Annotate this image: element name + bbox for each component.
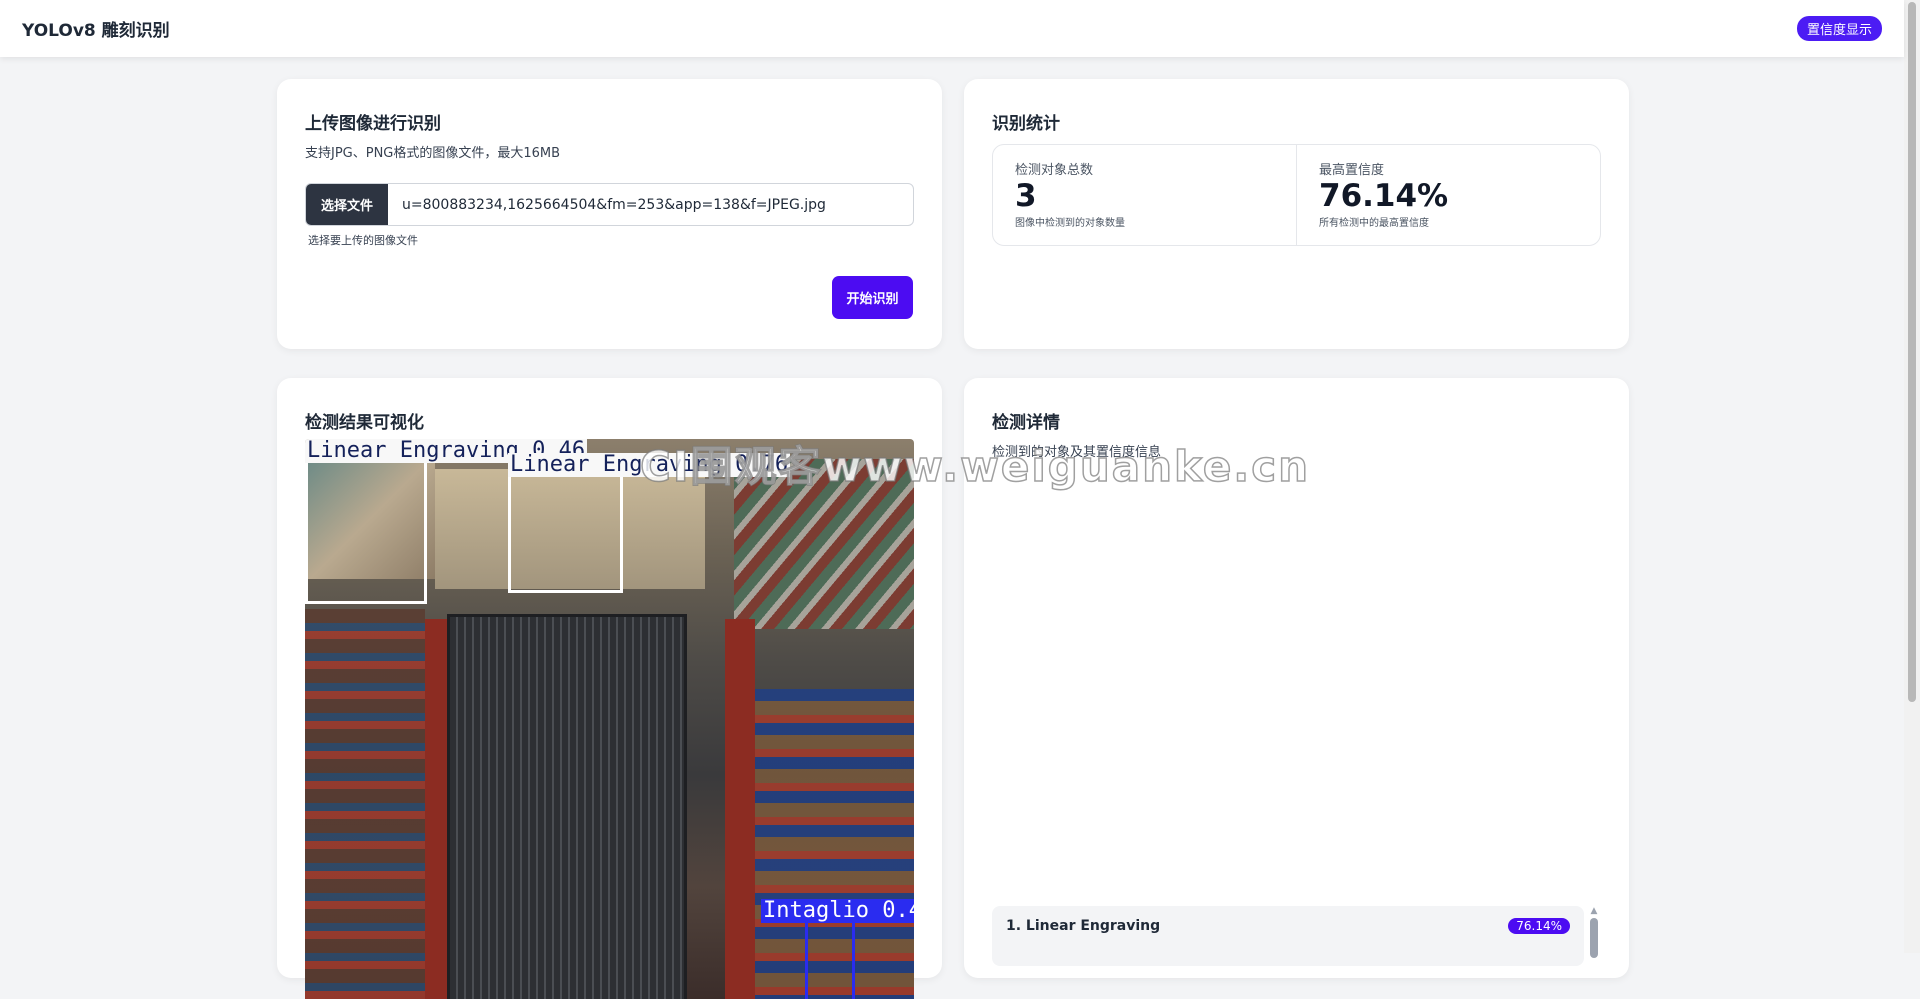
image-region [725, 619, 755, 999]
start-detection-button[interactable]: 开始识别 [832, 276, 913, 319]
bounding-box [508, 471, 623, 593]
list-item-title: 1. Linear Engraving [1006, 918, 1161, 934]
file-input[interactable]: 选择文件 u=800883234,1625664504&fm=253&app=1… [305, 183, 914, 226]
list-item[interactable]: 1. Linear Engraving 76.14% [1006, 918, 1570, 934]
bounding-box [305, 459, 427, 604]
selected-file-name: u=800883234,1625664504&fm=253&app=138&f=… [402, 196, 826, 213]
confidence-toggle-button[interactable]: 置信度显示 [1796, 16, 1882, 41]
choose-file-button[interactable]: 选择文件 [306, 184, 388, 225]
watermark: CI围观客www.weiguanke.cn [639, 441, 1311, 492]
app-title: YOLOv8 雕刻识别 [22, 21, 170, 41]
stat-total-desc: 图像中检测到的对象数量 [1015, 218, 1125, 229]
page-scrollbar-thumb[interactable] [1908, 2, 1916, 702]
image-region [305, 609, 425, 999]
detection-list[interactable]: 1. Linear Engraving 76.14% [992, 906, 1584, 966]
stat-max-value: 76.14% [1319, 178, 1449, 214]
detection-result-image: Linear Engraving 0.46 Linear Engraving 0… [305, 439, 914, 999]
file-hint: 选择要上传的图像文件 [308, 234, 418, 247]
box-label: Intaglio 0.48 [761, 899, 914, 923]
navbar: YOLOv8 雕刻识别 置信度显示 [0, 0, 1904, 57]
stat-max-label: 最高置信度 [1319, 163, 1385, 178]
stats-box: 检测对象总数 3 图像中检测到的对象数量 最高置信度 76.14% 所有检测中的… [992, 144, 1601, 246]
list-scrollbar[interactable]: ▲ [1588, 906, 1600, 966]
stat-total-label: 检测对象总数 [1015, 163, 1094, 178]
bounding-box [805, 917, 855, 999]
page-scrollbar[interactable] [1904, 0, 1920, 953]
upload-subtitle: 支持JPG、PNG格式的图像文件，最大16MB [305, 146, 561, 161]
stat-max-confidence: 最高置信度 76.14% 所有检测中的最高置信度 [1296, 145, 1600, 245]
scrollbar-thumb[interactable] [1590, 918, 1598, 958]
confidence-badge: 76.14% [1508, 918, 1570, 934]
upload-title: 上传图像进行识别 [305, 114, 441, 134]
details-title: 检测详情 [992, 413, 1060, 433]
upload-card: 上传图像进行识别 支持JPG、PNG格式的图像文件，最大16MB 选择文件 u=… [277, 79, 942, 349]
stat-max-desc: 所有检测中的最高置信度 [1319, 218, 1429, 229]
stat-total-value: 3 [1015, 178, 1037, 214]
viz-title: 检测结果可视化 [305, 413, 424, 433]
stats-title: 识别统计 [992, 114, 1060, 134]
stone-tablet [447, 614, 687, 999]
scroll-up-icon[interactable]: ▲ [1588, 906, 1600, 916]
stats-card: 识别统计 检测对象总数 3 图像中检测到的对象数量 最高置信度 76.14% 所… [964, 79, 1629, 349]
stat-total: 检测对象总数 3 图像中检测到的对象数量 [993, 145, 1296, 245]
